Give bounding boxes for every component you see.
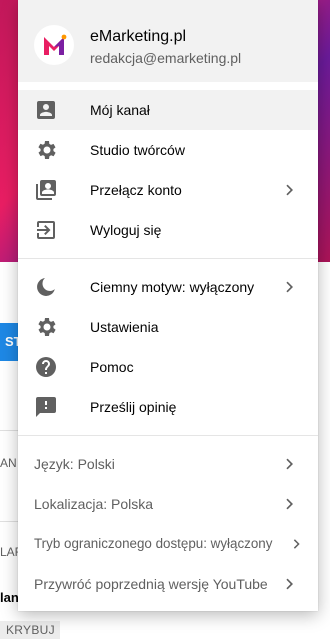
divider: [0, 430, 18, 431]
menu-item-label: Język: Polski: [34, 456, 115, 472]
account-header: eMarketing.pl redakcja@emarketing.pl: [18, 0, 318, 82]
subscribe-chip[interactable]: KRYBUJ: [0, 621, 60, 639]
chevron-right-icon: [290, 537, 304, 553]
menu-item-restricted-mode[interactable]: Tryb ograniczonego dostępu: wyłączony: [18, 524, 318, 564]
menu-item-label: Lokalizacja: Polska: [34, 496, 154, 512]
chevron-right-icon: [282, 456, 298, 472]
menu-item-label: Przełącz konto: [90, 182, 182, 198]
menu-item-dark-theme[interactable]: Ciemny motyw: wyłączony: [18, 267, 318, 307]
account-box-icon: [34, 98, 58, 122]
menu-item-location[interactable]: Lokalizacja: Polska: [18, 484, 318, 524]
menu-divider: [18, 258, 318, 259]
menu-item-label: Mój kanał: [90, 102, 150, 118]
menu-item-sign-out[interactable]: Wyloguj się: [18, 210, 318, 250]
menu-item-switch-account[interactable]: Przełącz konto: [18, 170, 318, 210]
menu-item-label: Wyloguj się: [90, 222, 162, 238]
menu-item-label: Ciemny motyw: wyłączony: [90, 279, 255, 295]
menu-item-label: Pomoc: [90, 359, 134, 375]
text-fragment: AN: [0, 456, 17, 470]
menu-item-send-feedback[interactable]: Prześlij opinię: [18, 387, 318, 427]
menu-item-label: Tryb ograniczonego dostępu: wyłączony: [34, 536, 273, 551]
text-fragment: lan: [0, 590, 19, 605]
menu-item-creator-studio[interactable]: Studio twórców: [18, 130, 318, 170]
gear-icon: [34, 138, 58, 162]
menu-item-language[interactable]: Język: Polski: [18, 444, 318, 484]
account-name: eMarketing.pl: [90, 28, 187, 45]
menu-divider: [18, 435, 318, 436]
menu-item-help[interactable]: Pomoc: [18, 347, 318, 387]
menu-item-label: Studio twórców: [90, 142, 185, 158]
moon-icon: [34, 275, 58, 299]
gear-icon: [34, 315, 58, 339]
feedback-icon: [34, 395, 58, 419]
menu-item-my-channel[interactable]: Mój kanał: [18, 90, 318, 130]
divider: [0, 521, 18, 522]
menu-item-restore-old-youtube[interactable]: Przywróć poprzednią wersję YouTube: [18, 564, 318, 604]
help-icon: [34, 355, 58, 379]
menu-item-label: Ustawienia: [90, 319, 159, 335]
chevron-right-icon: [282, 279, 298, 295]
chevron-right-icon: [282, 496, 298, 512]
sign-out-icon: [34, 218, 58, 242]
menu-item-settings[interactable]: Ustawienia: [18, 307, 318, 347]
menu-item-label: Przywróć poprzednią wersję YouTube: [34, 576, 268, 592]
switch-account-icon: [34, 178, 58, 202]
menu-item-label: Prześlij opinię: [90, 399, 177, 415]
account-email: redakcja@emarketing.pl: [90, 50, 242, 66]
chevron-right-icon: [282, 576, 298, 592]
account-menu: eMarketing.pl redakcja@emarketing.pl Mój…: [18, 0, 318, 611]
avatar: [34, 25, 74, 65]
chevron-right-icon: [282, 182, 298, 198]
brand-logo-icon: [44, 34, 67, 55]
